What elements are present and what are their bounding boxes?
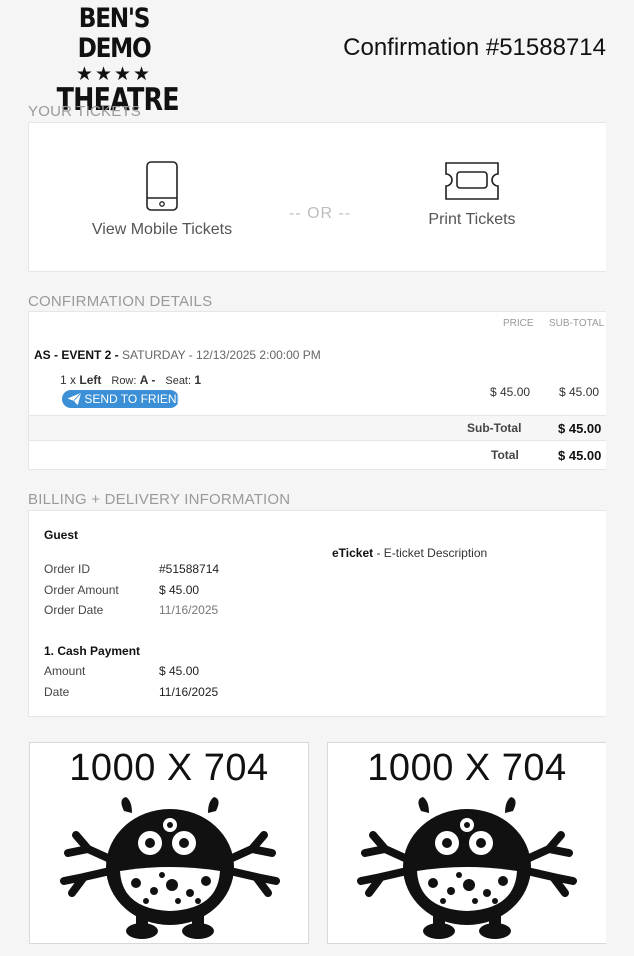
order-amount-value: $ 45.00 — [159, 583, 200, 597]
monster-icon — [357, 797, 577, 939]
payment-date-value: 11/16/2025 — [159, 685, 219, 699]
order-amount-label: Order Amount — [44, 583, 119, 597]
billing-delivery-heading: BILLING + DELIVERY INFORMATION — [28, 491, 291, 508]
total-label: Total — [491, 448, 519, 462]
delivery-type: eTicket — [332, 546, 374, 560]
subtotal-value: $ 45.00 — [558, 421, 602, 436]
view-mobile-tickets-button[interactable]: View Mobile Tickets — [91, 161, 233, 239]
price-column-header: PRICE — [503, 318, 534, 329]
ad-image-2-text: 1000 X 704 — [367, 747, 567, 789]
delivery-description: - E-ticket Description — [373, 546, 488, 560]
seat-line: 1 x Left Row: A - Seat: 1 — [60, 373, 201, 387]
row-label: Row: — [111, 375, 137, 387]
subtotal-column-header: SUB-TOTAL — [549, 318, 605, 329]
payment-amount-label: Amount — [44, 664, 86, 678]
order-id-value: #51588714 — [159, 562, 220, 576]
delivery-method: eTicket - E-ticket Description — [332, 546, 487, 560]
seat-section: Left — [79, 373, 102, 387]
event-datetime: SATURDAY - 12/13/2025 2:00:00 PM — [122, 348, 321, 362]
subtotal-row: Sub-Total $ 45.00 — [29, 415, 606, 440]
theatre-logo[interactable]: BEN'S DEMO ★★★★ THEATRE — [44, 3, 184, 117]
seat-value: 1 — [194, 373, 202, 387]
confirmation-details-card: PRICE SUB-TOTAL AS - EVENT 2 - SATURDAY … — [28, 311, 606, 470]
paper-plane-icon — [68, 393, 81, 405]
seat-label: Seat: — [165, 375, 192, 387]
payment-title: 1. Cash Payment — [44, 644, 141, 658]
ad-image-1[interactable]: 1000 X 704 — [29, 742, 309, 944]
total-value: $ 45.00 — [558, 448, 602, 463]
header: BEN'S DEMO ★★★★ THEATRE Confirmation #51… — [0, 0, 634, 117]
logo-line-1: BEN'S DEMO — [77, 3, 152, 64]
or-divider: -- OR -- — [289, 205, 352, 222]
ticket-icon — [445, 162, 499, 200]
confirmation-details-heading: CONFIRMATION DETAILS — [28, 293, 213, 310]
billing-card: Guest eTicket - E-ticket Description Ord… — [28, 510, 606, 717]
ticket-price: $ 45.00 — [490, 385, 531, 399]
ad-image-1-text: 1000 X 704 — [69, 747, 269, 789]
event-name: AS - EVENT 2 - — [34, 348, 119, 362]
order-date-value: 11/16/2025 — [159, 603, 219, 617]
customer-name: Guest — [44, 528, 79, 542]
subtotal-label: Sub-Total — [467, 421, 522, 435]
print-tickets-button[interactable]: Print Tickets — [409, 161, 535, 229]
total-row: Total $ 45.00 — [29, 440, 606, 469]
row-value: A - — [139, 373, 156, 387]
ticket-line-subtotal: $ 45.00 — [559, 385, 600, 399]
ad-image-2[interactable]: 1000 X 704 — [327, 742, 606, 944]
mobile-phone-icon — [146, 161, 178, 211]
send-to-friend-label: SEND TO FRIEND — [84, 392, 186, 406]
send-to-friend-button[interactable]: SEND TO FRIEND — [62, 390, 185, 408]
page-title: Confirmation #51588714 — [343, 34, 606, 61]
your-tickets-heading: YOUR TICKETS — [28, 103, 141, 120]
payment-date-label: Date — [44, 685, 70, 699]
tickets-card: View Mobile Tickets -- OR -- Print Ticke… — [28, 122, 606, 272]
view-mobile-tickets-label: View Mobile Tickets — [91, 221, 233, 238]
event-line: AS - EVENT 2 - SATURDAY - 12/13/2025 2:0… — [34, 348, 321, 362]
monster-icon — [60, 797, 280, 939]
ticket-quantity: 1 x — [60, 373, 77, 387]
logo-stars: ★★★★ — [75, 63, 153, 85]
payment-amount-value: $ 45.00 — [159, 664, 200, 678]
order-id-label: Order ID — [44, 562, 91, 576]
order-date-label: Order Date — [44, 603, 104, 617]
print-tickets-label: Print Tickets — [428, 211, 516, 228]
